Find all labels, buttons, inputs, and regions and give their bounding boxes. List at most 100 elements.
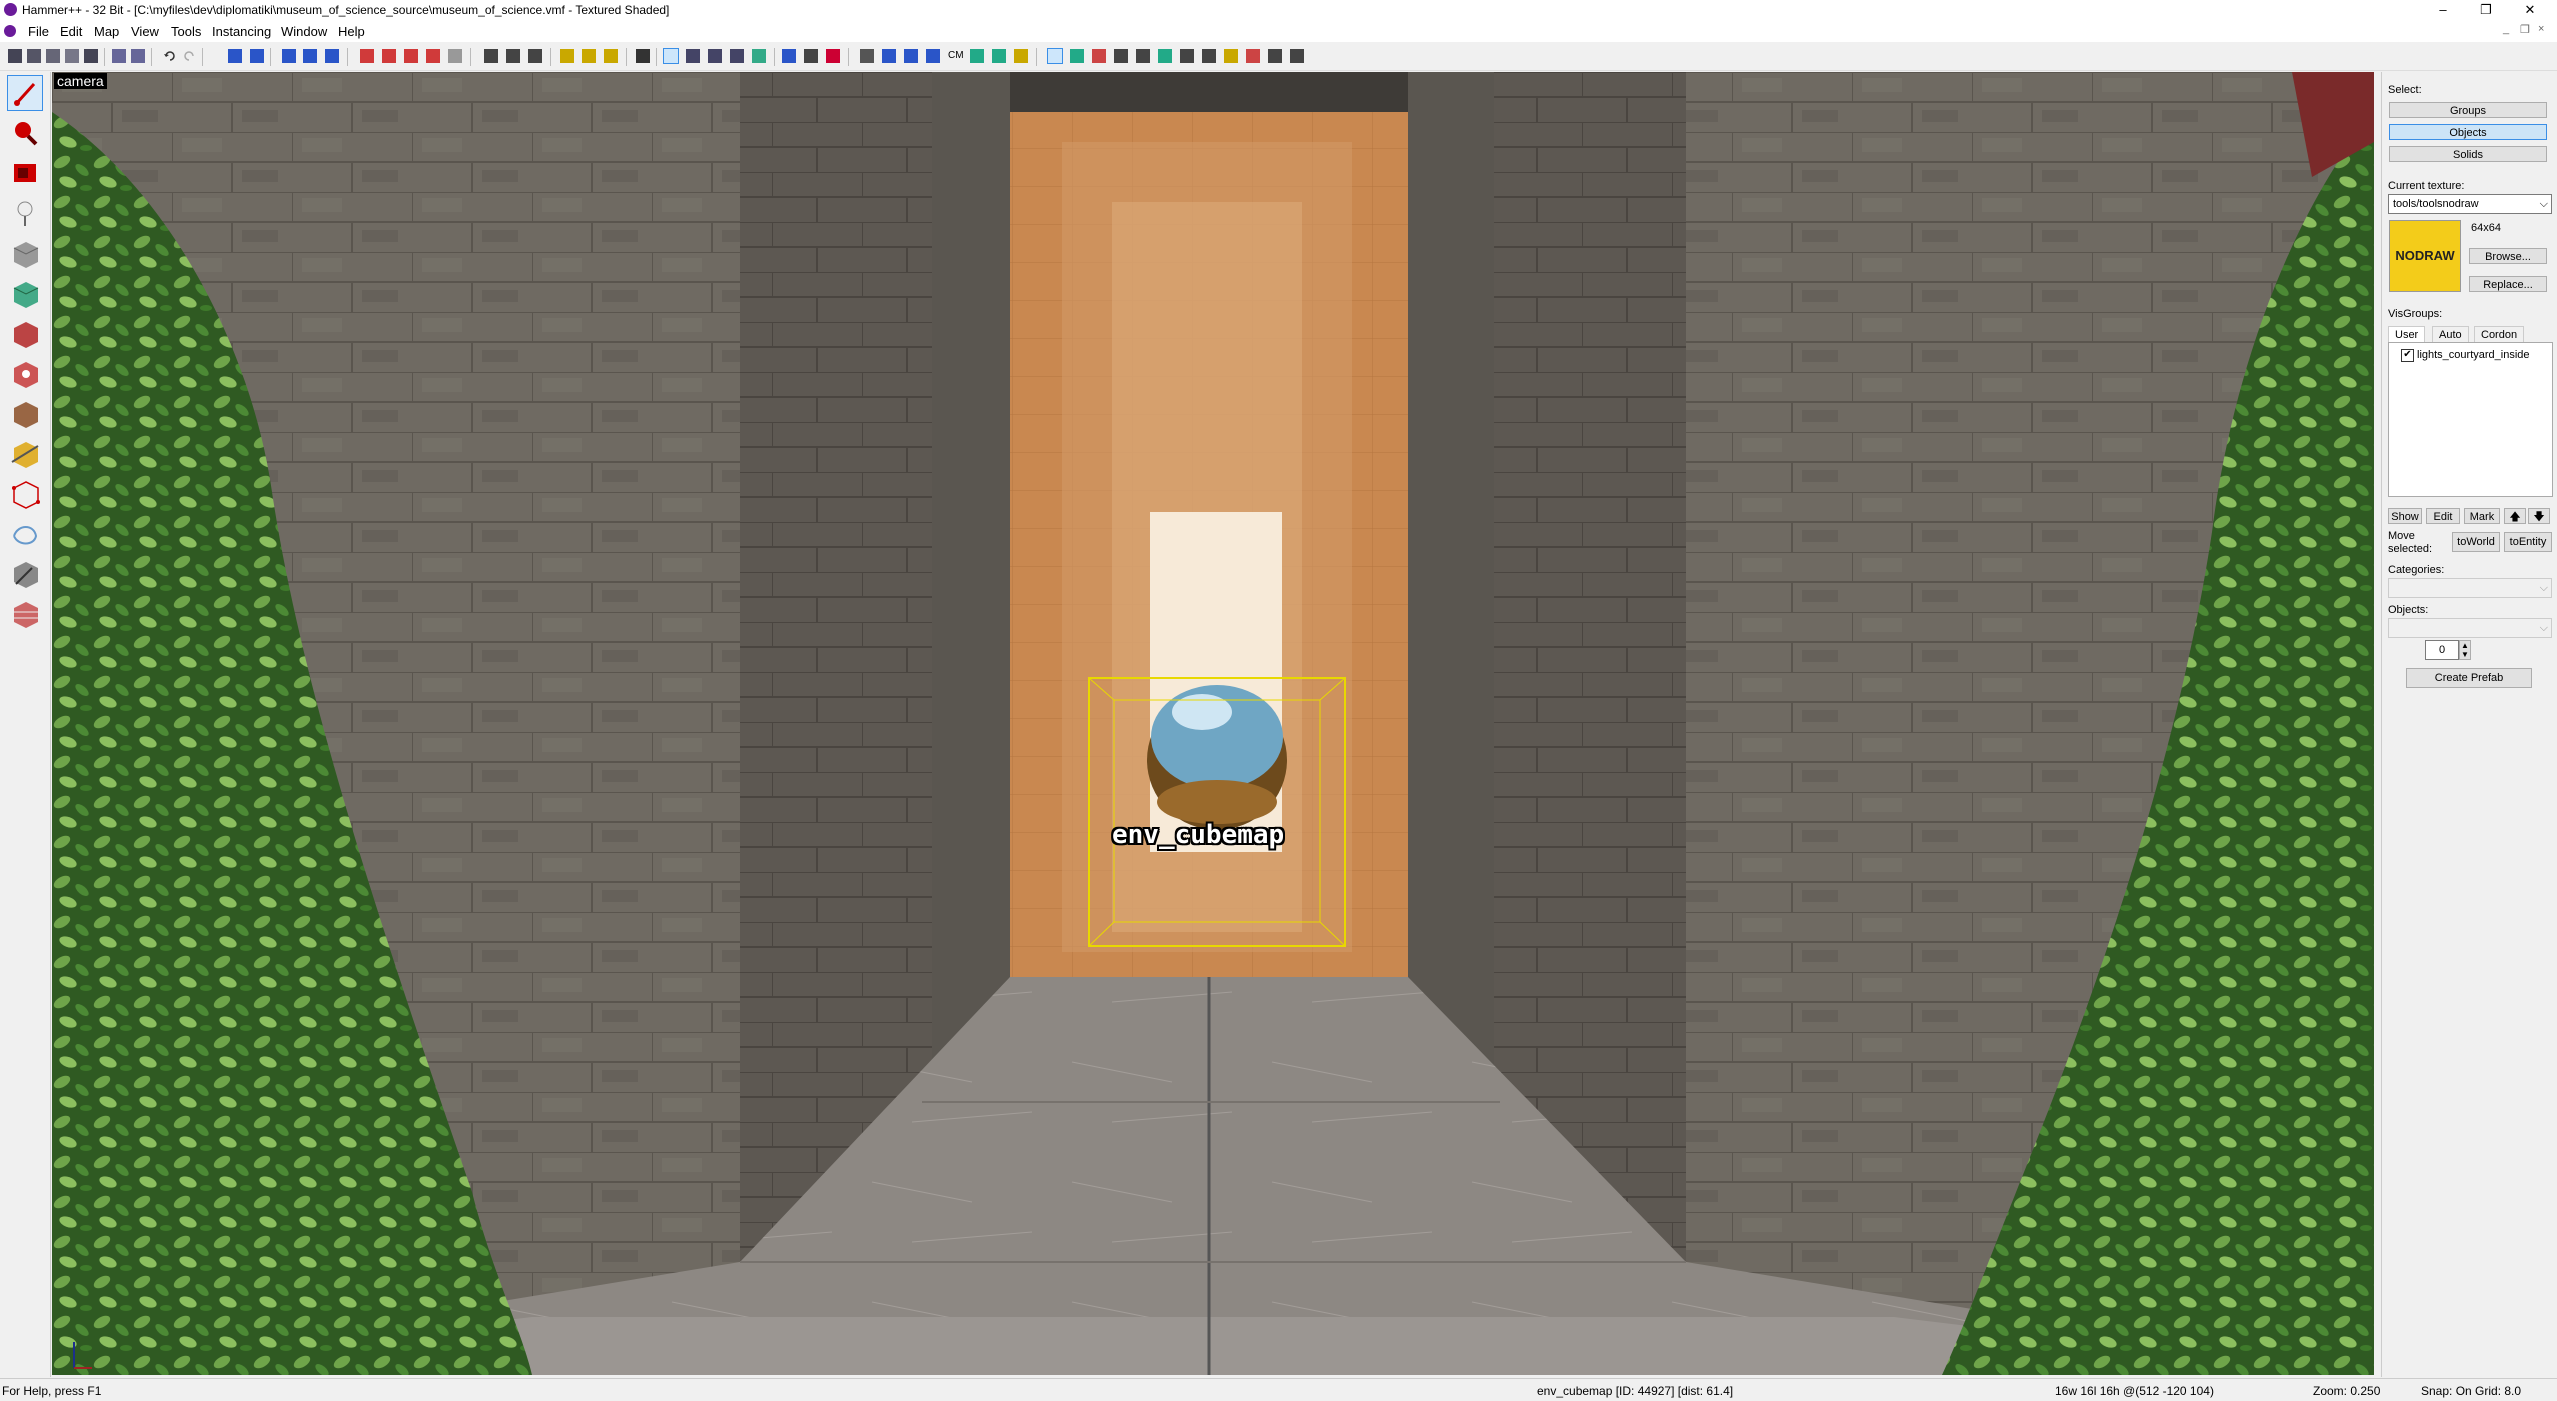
hide-unselected-icon[interactable] (303, 49, 317, 63)
cordon-icon[interactable] (360, 49, 374, 63)
grid-smaller-icon[interactable] (27, 49, 41, 63)
cubemap-icon[interactable]: CM (948, 49, 964, 63)
unhide-all-icon[interactable] (325, 49, 339, 63)
move-up-icon[interactable]: 🡅 (2504, 508, 2526, 524)
viewport-label[interactable]: camera (54, 73, 107, 89)
redo-icon[interactable] (182, 49, 196, 63)
load-window-state-icon[interactable] (84, 49, 98, 63)
shading-icon[interactable] (1158, 49, 1172, 63)
block-tool-icon[interactable] (8, 236, 42, 270)
compile-icon[interactable] (926, 49, 940, 63)
mdi-restore-button[interactable]: ❐ (2520, 23, 2530, 36)
categories-dropdown[interactable]: ⌵ (2388, 578, 2552, 598)
build-cubemaps-icon[interactable] (970, 49, 984, 63)
mdi-close-button[interactable]: × (2538, 23, 2544, 35)
hollow-icon[interactable] (250, 49, 264, 63)
camera-viewport[interactable]: camera env_cubemap (52, 72, 2374, 1375)
scale-icon[interactable] (752, 49, 766, 63)
audio-icon[interactable] (1180, 49, 1194, 63)
apply-overlay-icon[interactable] (8, 396, 42, 430)
cordon-edit-icon[interactable] (404, 49, 418, 63)
restore-button[interactable]: ❐ (2466, 0, 2506, 20)
rotate-icon[interactable] (730, 49, 744, 63)
show-button[interactable]: Show (2388, 508, 2422, 524)
menu-tools[interactable]: Tools (171, 24, 201, 39)
carve-icon[interactable] (228, 49, 242, 63)
menu-map[interactable]: Map (94, 24, 119, 39)
selection-tool-icon[interactable] (7, 75, 43, 111)
browse-button[interactable]: Browse... (2469, 248, 2547, 264)
3d-grid-icon[interactable] (1047, 48, 1063, 64)
ungroup-icon[interactable] (131, 49, 145, 63)
mdi-minimize-button[interactable]: _ (2503, 23, 2509, 35)
menu-help[interactable]: Help (338, 24, 365, 39)
tab-auto[interactable]: Auto (2432, 326, 2469, 342)
edit-button[interactable]: Edit (2426, 508, 2460, 524)
magnify-tool-icon[interactable] (8, 116, 42, 150)
transform-icon[interactable] (1268, 49, 1282, 63)
select-solids-button[interactable]: Solids (2389, 146, 2547, 162)
prefab-count-input[interactable]: 0 (2425, 640, 2459, 660)
run-map-icon[interactable] (992, 49, 1006, 63)
texture-preview[interactable]: NODRAW (2389, 220, 2461, 292)
show-helpers-icon[interactable] (826, 49, 840, 63)
paste-icon[interactable] (528, 49, 542, 63)
close-button[interactable]: ✕ (2510, 0, 2550, 20)
prefab-tool-icon[interactable] (8, 596, 42, 630)
camera-tool-icon[interactable] (8, 156, 42, 190)
texture-tool-icon[interactable] (8, 276, 42, 310)
objects-dropdown[interactable]: ⌵ (2388, 618, 2552, 638)
replace-button[interactable]: Replace... (2469, 276, 2547, 292)
select-groups-button[interactable]: Groups (2389, 102, 2547, 118)
displacement-icon[interactable] (782, 49, 796, 63)
reload-icon[interactable] (1246, 49, 1260, 63)
area-portals-icon[interactable] (1070, 49, 1084, 63)
cordon-add-icon[interactable] (426, 49, 440, 63)
spinner-arrows-icon[interactable]: ▲ ▼ (2459, 640, 2471, 660)
pointer-select-icon[interactable] (663, 48, 679, 64)
cordon-toggle-icon[interactable] (382, 49, 396, 63)
clipping-tool-icon[interactable] (8, 436, 42, 470)
wireframe-icon[interactable] (1136, 49, 1150, 63)
center-views-icon[interactable] (1290, 49, 1304, 63)
tab-cordon[interactable]: Cordon (2474, 326, 2525, 342)
texture-scale-lock-icon[interactable] (582, 49, 596, 63)
current-texture-dropdown[interactable]: tools/toolsnodraw ⌵ (2388, 194, 2552, 214)
vertex-tool-icon[interactable] (8, 476, 42, 510)
models-icon[interactable] (804, 49, 818, 63)
map-properties-icon[interactable] (882, 49, 896, 63)
grid-toggle-icon[interactable] (8, 49, 22, 63)
menu-edit[interactable]: Edit (60, 24, 82, 39)
visgroup-checkbox[interactable]: ✔ (2401, 349, 2414, 362)
light-icon[interactable] (1224, 49, 1238, 63)
texture-application-icon[interactable] (604, 49, 618, 63)
undo-icon[interactable] (163, 49, 177, 63)
texture-lock-icon[interactable] (560, 49, 574, 63)
mark-button[interactable]: Mark (2464, 508, 2500, 524)
move-down-icon[interactable]: 🡇 (2528, 508, 2550, 524)
tab-user[interactable]: User (2388, 326, 2426, 342)
cordon-disabled-icon[interactable] (448, 49, 462, 63)
entity-tool-icon[interactable] (8, 196, 42, 230)
select-all-icon[interactable] (636, 49, 650, 63)
apply-texture-icon[interactable] (8, 316, 42, 350)
document-icon[interactable] (4, 25, 16, 37)
vertex-handles-icon[interactable] (686, 49, 700, 63)
cut-icon[interactable] (484, 49, 498, 63)
menu-view[interactable]: View (131, 24, 159, 39)
entity-report-icon[interactable] (860, 49, 874, 63)
visgroup-item[interactable]: lights_courtyard_inside (2417, 349, 2530, 361)
lighting-preview-icon[interactable] (1114, 49, 1128, 63)
menu-instancing[interactable]: Instancing (212, 24, 271, 39)
copy-icon[interactable] (506, 49, 520, 63)
grid-3d-icon[interactable] (65, 49, 79, 63)
fog-icon[interactable] (1202, 49, 1216, 63)
translate-icon[interactable] (708, 49, 722, 63)
grid-larger-icon[interactable] (46, 49, 60, 63)
sketch-tool-icon[interactable] (8, 556, 42, 590)
to-world-button[interactable]: toWorld (2452, 532, 2500, 552)
apply-decal-icon[interactable] (8, 356, 42, 390)
particles-icon[interactable] (1014, 49, 1028, 63)
hide-selected-icon[interactable] (282, 49, 296, 63)
menu-file[interactable]: File (28, 24, 49, 39)
